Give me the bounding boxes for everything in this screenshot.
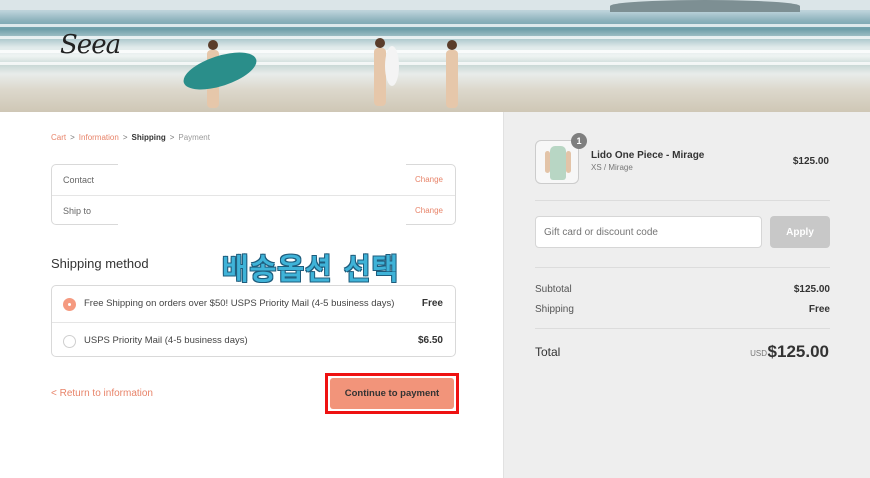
divider	[535, 267, 830, 268]
subtotal-value: $125.00	[793, 284, 830, 295]
shipping-option-free[interactable]: Free Shipping on orders over $50! USPS P…	[52, 286, 455, 322]
shipping-value: Free	[808, 304, 830, 315]
discount-code-input[interactable]	[535, 216, 762, 248]
hero-banner: Seea	[0, 0, 870, 112]
shipping-label: Shipping	[535, 304, 574, 315]
order-summary: 1 Lido One Piece - Mirage XS / Mirage $1…	[503, 112, 870, 478]
highlight-frame: Continue to payment	[325, 373, 459, 414]
brand-logo[interactable]: Seea	[60, 30, 121, 60]
shipping-options: Free Shipping on orders over $50! USPS P…	[51, 285, 456, 357]
product-price: $125.00	[792, 156, 829, 167]
radio-selected-icon[interactable]	[63, 298, 76, 311]
breadcrumb-payment: Payment	[178, 133, 210, 142]
apply-button-label: Apply	[786, 226, 814, 238]
shipping-row: Shipping Free	[535, 304, 830, 315]
chevron-right-icon: >	[122, 133, 128, 142]
subtotal-label: Subtotal	[535, 284, 572, 295]
shipping-option-label: Free Shipping on orders over $50! USPS P…	[84, 298, 395, 309]
subtotal-row: Subtotal $125.00	[535, 284, 830, 295]
total-amount: $125.00	[767, 342, 829, 361]
breadcrumb-cart[interactable]: Cart	[51, 133, 66, 142]
swimsuit-image	[550, 146, 566, 180]
breadcrumb: Cart > Information > Shipping > Payment	[51, 133, 210, 142]
divider	[535, 328, 830, 329]
review-box: Contact Change Ship to Change	[51, 164, 456, 225]
contact-label: Contact	[63, 175, 95, 185]
continue-to-payment-button[interactable]: Continue to payment	[330, 378, 454, 409]
shipping-method-title: Shipping method	[51, 256, 149, 271]
annotation-text: 배송옵션 선택	[222, 252, 400, 286]
apply-button[interactable]: Apply	[770, 216, 830, 248]
return-to-information-link[interactable]: < Return to information	[51, 388, 153, 399]
breadcrumb-shipping: Shipping	[131, 133, 166, 142]
continue-button-label: Continue to payment	[344, 388, 440, 399]
ship-to-row: Ship to Change	[52, 195, 455, 225]
quantity-badge: 1	[571, 133, 587, 149]
island	[610, 0, 800, 12]
change-ship-to-link[interactable]: Change	[415, 206, 443, 215]
radio-unselected-icon[interactable]	[63, 335, 76, 348]
wave	[0, 24, 870, 27]
chevron-right-icon: >	[169, 133, 175, 142]
shipping-option-price: $6.50	[417, 335, 443, 346]
border-gap	[118, 223, 406, 225]
shipping-option-label: USPS Priority Mail (4-5 business days)	[84, 335, 248, 346]
product-name: Lido One Piece - Mirage	[591, 150, 705, 161]
change-contact-link[interactable]: Change	[415, 175, 443, 184]
ship-to-label: Ship to	[63, 206, 92, 216]
shipping-option-priority[interactable]: USPS Priority Mail (4-5 business days) $…	[52, 322, 455, 358]
wave	[0, 36, 870, 39]
total-label: Total	[535, 345, 561, 359]
divider	[535, 200, 830, 201]
currency-code: USD	[750, 349, 767, 358]
product-variant: XS / Mirage	[591, 163, 633, 172]
contact-row: Contact Change	[52, 165, 455, 195]
wave	[0, 62, 870, 65]
chevron-right-icon: >	[70, 133, 75, 142]
wave	[0, 50, 870, 53]
breadcrumb-information[interactable]: Information	[79, 133, 119, 142]
surfboard	[385, 46, 399, 86]
shipping-option-price: Free	[421, 298, 443, 309]
